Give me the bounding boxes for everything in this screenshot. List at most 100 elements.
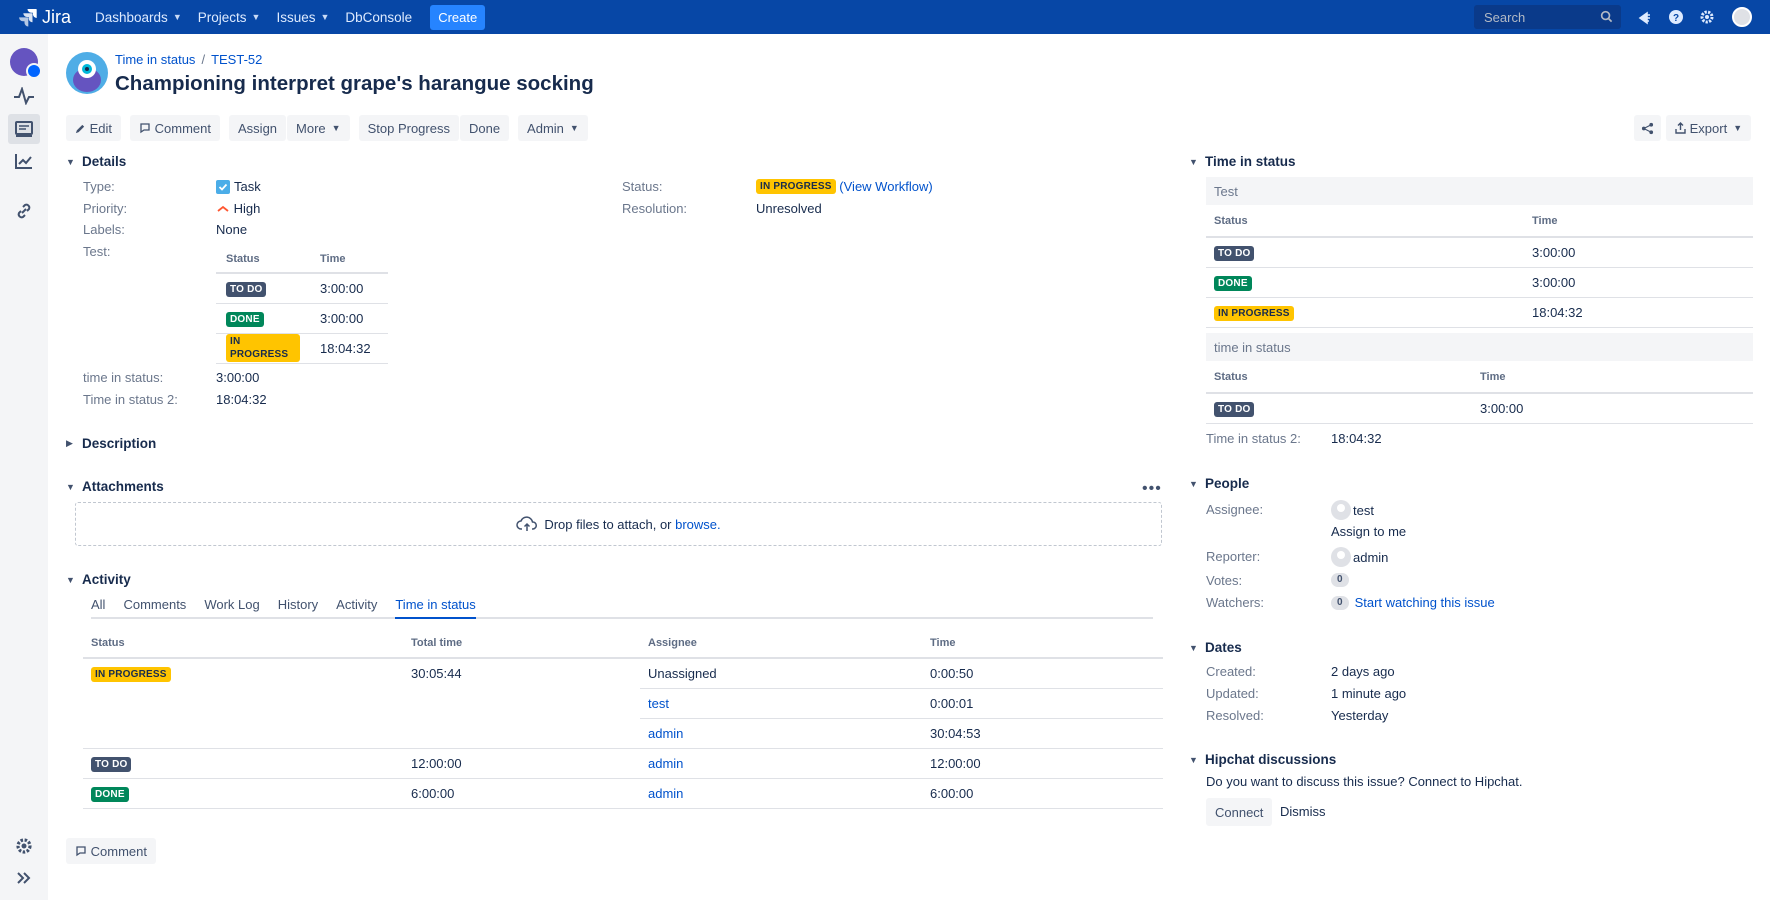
search-box[interactable] <box>1474 5 1621 29</box>
help-icon[interactable]: ? <box>1668 9 1684 25</box>
user-avatar[interactable] <box>1732 7 1752 27</box>
view-workflow-link[interactable]: (View Workflow) <box>839 179 932 194</box>
time-in-status-panel-2: time in status Status Time TO DO 3:00:00 <box>1206 333 1753 424</box>
notifications-icon[interactable] <box>1637 9 1653 25</box>
admin-button[interactable]: Admin ▼ <box>518 115 588 141</box>
stop-progress-button[interactable]: Stop Progress <box>358 115 459 141</box>
assignee-link[interactable]: admin <box>648 756 683 771</box>
votes-value[interactable]: 0 <box>1331 573 1355 587</box>
brand-name: Jira <box>42 6 72 27</box>
breadcrumb-issue-link[interactable]: TEST-52 <box>211 52 262 67</box>
type-label: Type: <box>83 179 115 194</box>
hipchat-heading: Hipchat discussions <box>1205 752 1337 767</box>
assign-button[interactable]: Assign <box>229 115 287 141</box>
collapse-chevron-icon: ▼ <box>1189 478 1198 489</box>
time-cell: 18:04:32 <box>310 333 388 364</box>
resolution-value: Unresolved <box>756 201 822 216</box>
nav-dbconsole-label: DbConsole <box>345 9 413 25</box>
add-comment-button[interactable]: Comment <box>66 838 156 864</box>
comment-icon <box>76 846 86 857</box>
people-heading: People <box>1205 476 1250 491</box>
search-input[interactable] <box>1482 8 1597 26</box>
priority-high-icon <box>217 205 229 212</box>
tab-activity[interactable]: Activity <box>336 597 377 619</box>
tab-all[interactable]: All <box>91 597 105 619</box>
assignee-link[interactable]: admin <box>648 726 683 741</box>
export-button[interactable]: Export ▼ <box>1666 115 1752 141</box>
issues-board-icon[interactable] <box>8 114 40 144</box>
nav-dbconsole[interactable]: DbConsole <box>337 0 420 34</box>
watchers-label: Watchers: <box>1206 595 1265 610</box>
activity-section-toggle[interactable]: ▼ Activity <box>66 572 131 587</box>
project-settings-icon[interactable] <box>12 834 36 858</box>
assignee-name: test <box>1353 502 1374 518</box>
nav-projects[interactable]: Projects ▼ <box>190 0 269 34</box>
votes-count-badge: 0 <box>1331 573 1349 587</box>
reporter-value[interactable]: admin <box>1331 547 1388 567</box>
nav-dashboards[interactable]: Dashboards ▼ <box>87 0 190 34</box>
attachment-dropzone[interactable]: Drop files to attach, or browse. <box>75 502 1162 546</box>
add-comment-label: Comment <box>90 843 147 859</box>
panel-title: Test <box>1206 177 1753 205</box>
comment-button[interactable]: Comment <box>130 115 221 141</box>
more-options-icon[interactable]: ••• <box>1142 480 1162 498</box>
jira-logo[interactable]: Jira <box>18 7 71 28</box>
test-label: Test: <box>83 244 111 259</box>
connect-button[interactable]: Connect <box>1206 798 1273 826</box>
activity-heading: Activity <box>82 572 131 587</box>
jira-icon <box>19 9 37 27</box>
done-button[interactable]: Done <box>459 115 510 141</box>
table-row: TO DO 3:00:00 <box>216 273 388 304</box>
breadcrumb-project-link[interactable]: Time in status <box>115 52 195 67</box>
tab-history[interactable]: History <box>278 597 318 619</box>
people-section-toggle[interactable]: ▼ People <box>1189 476 1249 491</box>
issue-toolbar: Edit Comment Assign More ▼ Stop Progress … <box>66 115 589 141</box>
time-in-status-activity-table: Status Total time Assignee Time IN PROGR… <box>83 628 1163 809</box>
tab-time-in-status[interactable]: Time in status <box>395 597 476 619</box>
activity-pulse-icon[interactable] <box>12 84 36 108</box>
time-cell: 30:04:53 <box>922 718 1163 749</box>
description-section-toggle[interactable]: ▶ Description <box>66 436 156 451</box>
tab-work-log[interactable]: Work Log <box>204 597 259 619</box>
status-badge: IN PROGRESS <box>756 179 836 194</box>
table-row: TO DO 12:00:00 admin 12:00:00 <box>83 748 1163 779</box>
time-in-status-section-toggle[interactable]: ▼ Time in status <box>1189 154 1296 169</box>
assignee-value[interactable]: test <box>1331 500 1374 520</box>
resolved-label: Resolved: <box>1206 708 1264 723</box>
edit-button[interactable]: Edit <box>66 115 122 141</box>
project-logo[interactable] <box>66 52 108 94</box>
expand-sidebar-icon[interactable] <box>12 866 36 890</box>
time-cell: 0:00:50 <box>922 658 1163 689</box>
tab-comments[interactable]: Comments <box>123 597 186 619</box>
details-section-toggle[interactable]: ▼ Details <box>66 154 126 169</box>
assign-to-me-link[interactable]: Assign to me <box>1331 524 1406 539</box>
share-button[interactable] <box>1634 115 1661 141</box>
status-badge: TO DO <box>226 281 267 297</box>
watchers-count-badge[interactable]: 0 <box>1331 595 1349 610</box>
settings-gear-icon[interactable] <box>1699 9 1715 25</box>
dates-section-toggle[interactable]: ▼ Dates <box>1189 640 1242 655</box>
assignee-link[interactable]: test <box>648 696 669 711</box>
nav-issues[interactable]: Issues ▼ <box>268 0 337 34</box>
status-badge: DONE <box>1214 275 1252 291</box>
hipchat-section-toggle[interactable]: ▼ Hipchat discussions <box>1189 752 1336 767</box>
attachments-section-toggle[interactable]: ▼ Attachments <box>66 479 164 494</box>
start-watching-link[interactable]: Start watching this issue <box>1355 595 1495 610</box>
link-icon[interactable] <box>12 199 36 223</box>
description-heading: Description <box>82 436 157 451</box>
browse-link[interactable]: browse. <box>675 517 721 532</box>
reports-chart-icon[interactable] <box>12 149 36 173</box>
status-badge: IN PROGRESS <box>91 667 171 682</box>
status-badge: DONE <box>91 786 129 802</box>
reporter-name: admin <box>1353 549 1389 565</box>
dismiss-link[interactable]: Dismiss <box>1280 804 1326 819</box>
more-button[interactable]: More ▼ <box>287 115 350 141</box>
expand-chevron-icon: ▶ <box>66 438 73 448</box>
toolbar-right: Export ▼ <box>1634 115 1752 141</box>
time-in-status-table: Status Time TO DO 3:00:00 DONE 3:00:00 IN … <box>1206 205 1753 328</box>
issue-title[interactable]: Championing interpret grape's harangue s… <box>115 72 594 96</box>
project-avatar[interactable] <box>10 48 42 79</box>
reporter-label: Reporter: <box>1206 549 1261 564</box>
assignee-link[interactable]: admin <box>648 786 683 801</box>
create-button[interactable]: Create <box>430 4 486 30</box>
